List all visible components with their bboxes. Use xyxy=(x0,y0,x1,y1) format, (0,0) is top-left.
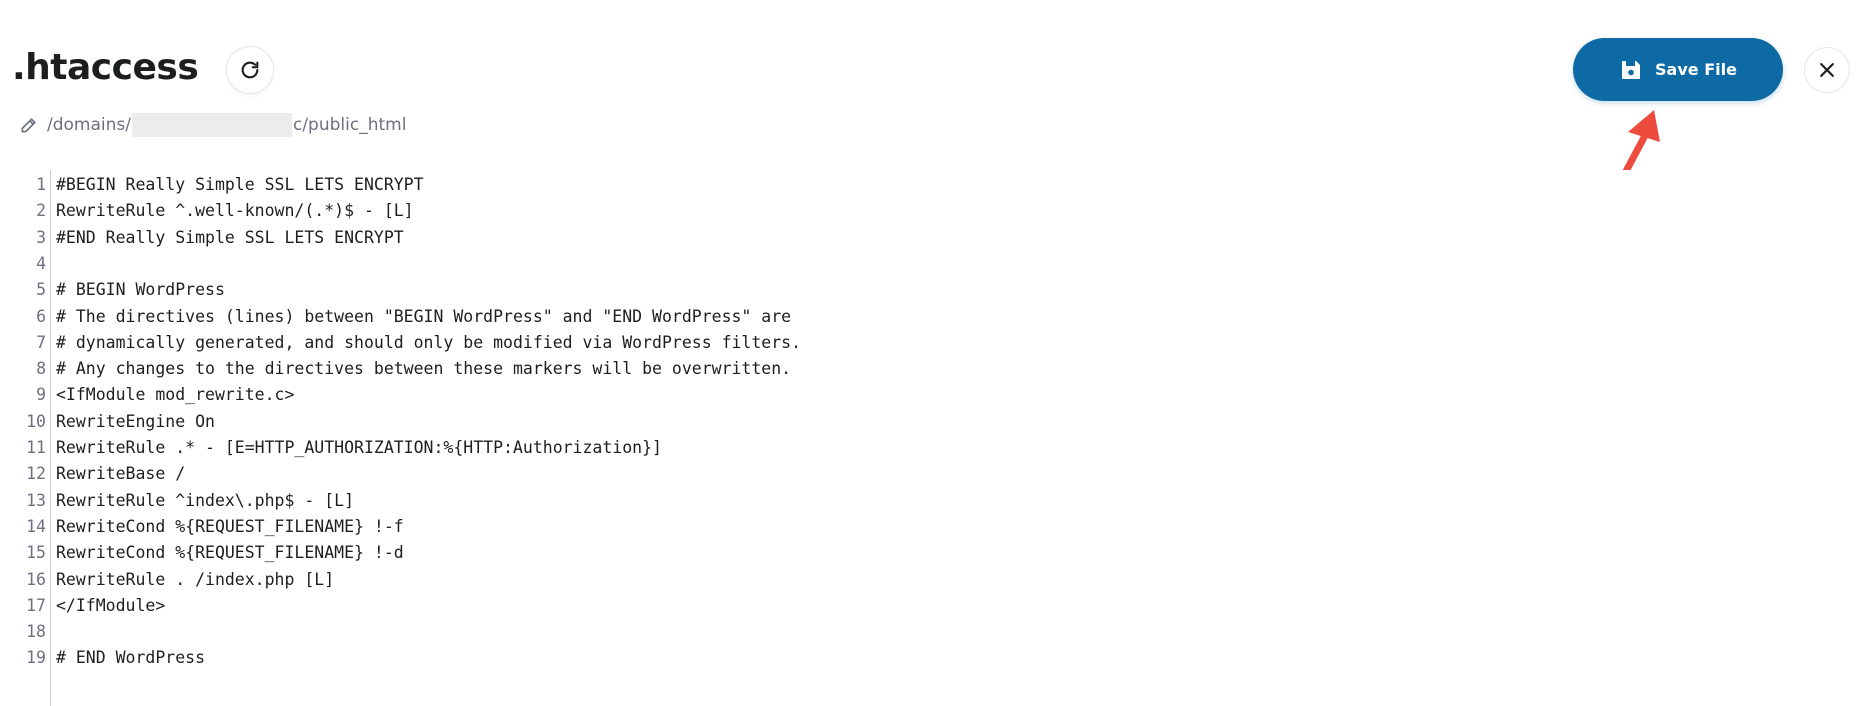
editor-header: .htaccess /domains/ c/public_html Save F… xyxy=(0,0,1864,160)
line-number: 13 xyxy=(26,490,46,510)
save-file-label: Save File xyxy=(1655,60,1737,79)
line-text[interactable]: # Any changes to the directives between … xyxy=(56,356,791,382)
line-text[interactable]: <IfModule mod_rewrite.c> xyxy=(56,382,294,408)
line-number: 3 xyxy=(36,227,46,247)
line-number: 10 xyxy=(26,411,46,431)
line-text[interactable]: RewriteCond %{REQUEST_FILENAME} !-d xyxy=(56,540,404,566)
line-text[interactable]: # BEGIN WordPress xyxy=(56,277,225,303)
line-number: 12 xyxy=(26,464,46,484)
line-number: 14 xyxy=(26,516,46,536)
line-number: 15 xyxy=(26,543,46,563)
file-title: .htaccess xyxy=(12,47,199,88)
file-path: /domains/ c/public_html xyxy=(19,112,406,138)
line-number: 4 xyxy=(36,253,46,273)
line-text[interactable]: # dynamically generated, and should only… xyxy=(56,330,801,356)
line-number: 9 xyxy=(36,385,46,405)
line-number: 7 xyxy=(36,332,46,352)
line-number: 11 xyxy=(26,438,46,457)
line-text[interactable]: RewriteRule .* - [E=HTTP_AUTHORIZATION:%… xyxy=(56,435,662,461)
refresh-button[interactable] xyxy=(227,47,273,93)
floppy-disk-icon xyxy=(1619,58,1643,82)
line-number: 5 xyxy=(36,280,46,300)
redacted-domain xyxy=(131,113,292,137)
path-prefix: /domains/ xyxy=(47,115,131,135)
line-text[interactable]: RewriteRule . /index.php [L] xyxy=(56,567,334,593)
line-number: 2 xyxy=(36,201,46,221)
line-text[interactable]: RewriteEngine On xyxy=(56,409,215,435)
line-number: 18 xyxy=(26,622,46,642)
line-number: 6 xyxy=(36,306,46,326)
code-editor[interactable]: 1 #BEGIN Really Simple SSL LETS ENCRYPT 2 R… xyxy=(14,170,1864,706)
line-text[interactable]: #END Really Simple SSL LETS ENCRYPT xyxy=(56,225,404,251)
line-number: 1 xyxy=(36,175,46,194)
path-suffix: c/public_html xyxy=(292,115,407,135)
refresh-icon xyxy=(239,59,261,81)
line-number: 16 xyxy=(26,569,46,589)
line-text[interactable]: # The directives (lines) between "BEGIN … xyxy=(56,304,791,330)
line-text[interactable]: # END WordPress xyxy=(56,645,205,671)
line-text[interactable]: RewriteRule ^index\.php$ - [L] xyxy=(56,488,354,514)
line-text[interactable]: #BEGIN Really Simple SSL LETS ENCRYPT xyxy=(56,172,424,198)
line-number: 17 xyxy=(26,595,46,615)
close-button[interactable] xyxy=(1805,48,1849,92)
line-text[interactable]: RewriteCond %{REQUEST_FILENAME} !-f xyxy=(56,514,404,540)
save-file-button[interactable]: Save File xyxy=(1573,38,1783,101)
file-editor-page: .htaccess /domains/ c/public_html Save F… xyxy=(0,0,1864,706)
line-text[interactable]: RewriteRule ^.well-known/(.*)$ - [L] xyxy=(56,198,414,224)
close-icon xyxy=(1817,60,1837,80)
line-number: 8 xyxy=(36,359,46,379)
line-number: 19 xyxy=(26,648,46,668)
line-text[interactable]: </IfModule> xyxy=(56,593,165,619)
line-text[interactable]: RewriteBase / xyxy=(56,461,185,487)
pencil-icon[interactable] xyxy=(19,115,39,135)
